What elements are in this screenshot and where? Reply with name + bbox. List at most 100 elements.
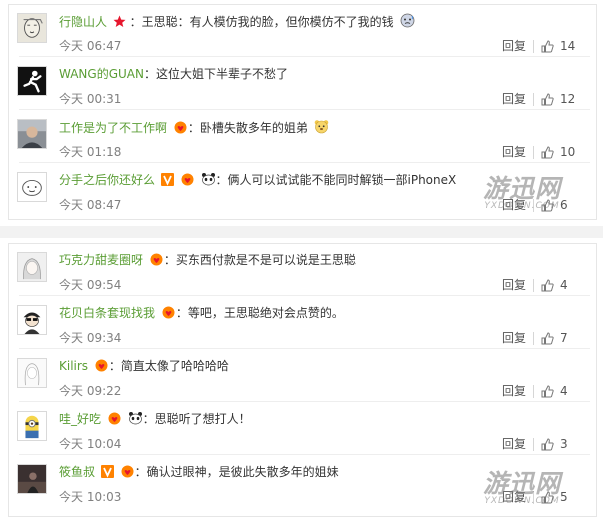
like-button[interactable]: 10 <box>541 144 575 160</box>
reply-button[interactable]: 回复 <box>502 331 526 345</box>
vip-badge-icon <box>107 412 122 425</box>
reply-button[interactable]: 回复 <box>502 437 526 451</box>
like-count: 10 <box>560 145 576 159</box>
like-button[interactable]: 5 <box>541 489 568 505</box>
vip-badge-icon <box>149 253 164 266</box>
like-button[interactable]: 4 <box>541 277 568 293</box>
thumb-up-icon <box>541 40 554 53</box>
thumb-up-icon <box>541 93 554 106</box>
comment-time: 今天 06:47 <box>59 39 122 53</box>
action-divider <box>533 491 534 504</box>
action-divider <box>533 385 534 398</box>
thumb-up-icon <box>541 146 554 159</box>
comment-text: ：确认过眼神，是彼此失散多年的姐妹 <box>134 465 339 479</box>
user-avatar[interactable] <box>17 252 47 282</box>
username-link[interactable]: WANG的GUAN <box>59 67 144 81</box>
star-badge-icon <box>113 15 126 28</box>
reply-button[interactable]: 回复 <box>502 384 526 398</box>
bear-emoji-icon <box>314 119 329 134</box>
thumb-up-icon <box>541 438 554 451</box>
comment-item: 分手之后你还好么 ：俩人可以试试能不能同时解锁一部iPhoneX 今天 08:4… <box>9 164 596 216</box>
like-button[interactable]: 7 <box>541 330 568 346</box>
like-button[interactable]: 4 <box>541 383 568 399</box>
person-photo-icon <box>18 120 46 148</box>
user-avatar[interactable] <box>17 411 47 441</box>
comment-time: 今天 10:04 <box>59 437 122 451</box>
like-button[interactable]: 14 <box>541 38 575 54</box>
reply-button[interactable]: 回复 <box>502 92 526 106</box>
action-divider <box>533 438 534 451</box>
action-divider <box>533 279 534 292</box>
action-divider <box>533 93 534 106</box>
like-count: 6 <box>560 198 568 212</box>
comment-panel-2: 巧克力甜麦圈呀 ：买东西付款是不是可以说是王思聪 今天 09:54 回复 4 花… <box>8 243 597 517</box>
row-divider <box>19 109 590 110</box>
doodle-face-icon <box>18 173 46 201</box>
username-link[interactable]: 分手之后你还好么 <box>59 173 155 187</box>
comment-item: 工作是为了不工作啊 ：卧槽失散多年的姐弟 今天 01:18 回复 10 <box>9 111 596 163</box>
comment-text: ：思聪听了想打人！ <box>142 412 251 426</box>
reply-button[interactable]: 回复 <box>502 278 526 292</box>
action-divider <box>533 199 534 212</box>
comment-text: ：买东西付款是不是可以说是王思聪 <box>163 253 356 267</box>
like-button[interactable]: 12 <box>541 91 575 107</box>
action-divider <box>533 146 534 159</box>
username-link[interactable]: 筱鱼叔 <box>59 465 95 479</box>
comment-text: ：等吧，王思聪绝对会点赞的。 <box>175 306 344 320</box>
comment-item: Kilirs ：简直太像了哈哈哈哈 今天 09:22 回复 4 <box>9 350 596 402</box>
sketch-girl-icon <box>18 359 46 387</box>
comment-time: 今天 08:47 <box>59 198 122 212</box>
username-link[interactable]: Kilirs <box>59 359 88 373</box>
like-count: 5 <box>560 490 568 504</box>
sketch-face-icon <box>18 14 46 42</box>
cartoon-man-icon <box>18 306 46 334</box>
reply-button[interactable]: 回复 <box>502 490 526 504</box>
comment-time: 今天 09:22 <box>59 384 122 398</box>
comment-panel-1: 行隐山人 ：王思聪：有人模仿我的脸，但你模仿不了我的钱 今天 06:47 回复 … <box>8 4 597 220</box>
username-link[interactable]: 行隐山人 <box>59 15 107 29</box>
vip-badge-icon <box>94 359 109 372</box>
comment-text: ：卧槽失散多年的姐弟 <box>187 121 308 135</box>
section-divider <box>0 226 603 238</box>
like-count: 7 <box>560 331 568 345</box>
username-link[interactable]: 工作是为了不工作啊 <box>59 121 167 135</box>
user-avatar[interactable] <box>17 13 47 43</box>
vip-badge-icon <box>161 306 176 319</box>
row-divider <box>19 401 590 402</box>
row-divider <box>19 454 590 455</box>
comment-item: 花贝白条套现找我 ：等吧，王思聪绝对会点赞的。 今天 09:34 回复 7 <box>9 297 596 349</box>
row-divider <box>19 348 590 349</box>
comment-time: 今天 09:54 <box>59 278 122 292</box>
like-button[interactable]: 6 <box>541 197 568 213</box>
v-verified-icon <box>100 465 114 478</box>
user-avatar[interactable] <box>17 119 47 149</box>
user-avatar[interactable] <box>17 464 47 494</box>
username-link[interactable]: 哇_好吃 <box>59 412 101 426</box>
user-avatar[interactable] <box>17 172 47 202</box>
username-link[interactable]: 巧克力甜麦圈呀 <box>59 253 143 267</box>
username-link[interactable]: 花贝白条套现找我 <box>59 306 155 320</box>
comment-text: ：俩人可以试试能不能同时解锁一部iPhoneX <box>215 173 457 187</box>
dark-photo-icon <box>18 465 46 493</box>
user-avatar[interactable] <box>17 305 47 335</box>
comment-item: 哇_好吃 ：思聪听了想打人！ 今天 10:04 回复 3 <box>9 403 596 455</box>
reply-button[interactable]: 回复 <box>502 145 526 159</box>
panda-emoji-icon <box>201 172 216 186</box>
comment-item: 筱鱼叔 ：确认过眼神，是彼此失散多年的姐妹 今天 10:03 回复 5 <box>9 456 596 508</box>
comment-item: 巧克力甜麦圈呀 ：买东西付款是不是可以说是王思聪 今天 09:54 回复 4 <box>9 244 596 296</box>
reply-button[interactable]: 回复 <box>502 39 526 53</box>
user-avatar[interactable] <box>17 358 47 388</box>
like-button[interactable]: 3 <box>541 436 568 452</box>
thumb-up-icon <box>541 385 554 398</box>
comment-text: ：王思聪：有人模仿我的脸，但你模仿不了我的钱 <box>129 15 394 29</box>
vip-badge-icon <box>180 173 195 186</box>
reply-button[interactable]: 回复 <box>502 198 526 212</box>
user-avatar[interactable] <box>17 66 47 96</box>
comment-time: 今天 00:31 <box>59 92 122 106</box>
like-count: 3 <box>560 437 568 451</box>
row-divider <box>19 162 590 163</box>
comment-item: 行隐山人 ：王思聪：有人模仿我的脸，但你模仿不了我的钱 今天 06:47 回复 … <box>9 5 596 57</box>
comment-time: 今天 09:34 <box>59 331 122 345</box>
action-divider <box>533 40 534 53</box>
v-verified-icon <box>160 173 174 186</box>
